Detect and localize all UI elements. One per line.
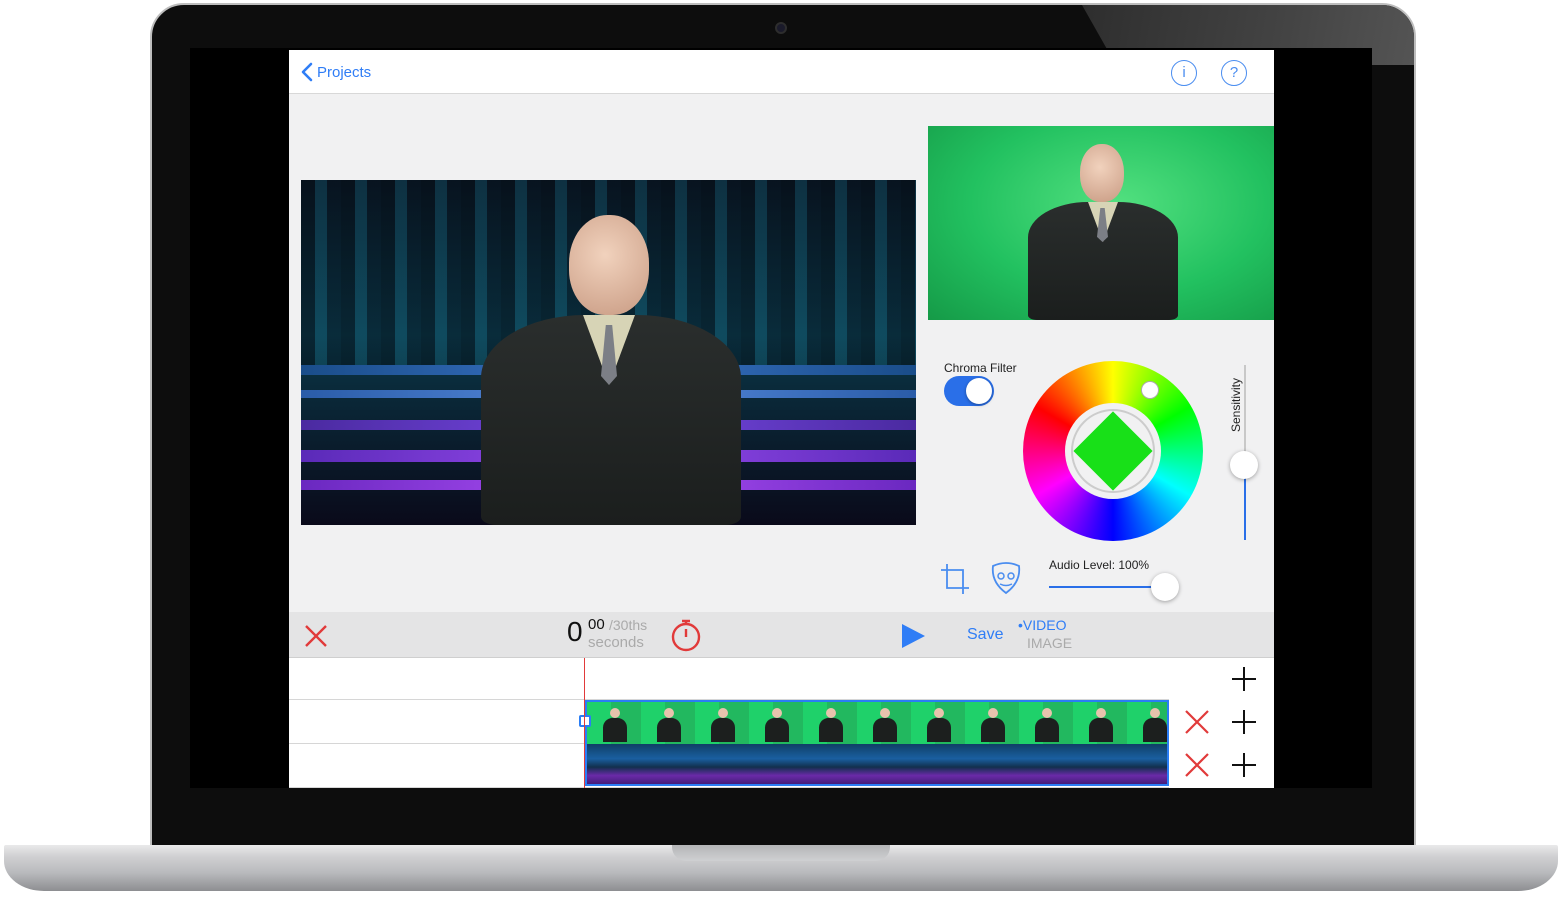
slider-track: [1244, 365, 1246, 465]
timer-icon[interactable]: [669, 617, 703, 653]
chroma-filter-toggle[interactable]: [944, 376, 994, 406]
slider-fill: [1049, 586, 1165, 588]
time-seconds-label: seconds: [588, 634, 644, 651]
back-to-projects-button[interactable]: Projects: [301, 60, 371, 84]
time-seconds-value: 0: [567, 616, 583, 647]
close-icon[interactable]: [303, 623, 329, 649]
presenter-figure: [481, 215, 741, 525]
clip-trim-handle[interactable]: [579, 715, 591, 727]
video-clip[interactable]: [585, 700, 1169, 786]
info-icon[interactable]: i: [1171, 60, 1197, 86]
transport-bar: 0 00 /30ths seconds Save •VIDEO IMAGE: [289, 612, 1274, 658]
app-window: Projects i ? Chroma Filter Sensitivity A…: [289, 50, 1274, 788]
clip-frame-thumbnail: [981, 708, 1005, 742]
presenter-figure: [1028, 144, 1178, 320]
sensitivity-label: Sensitivity: [1229, 377, 1243, 432]
time-frames-unit: /30ths: [609, 617, 648, 633]
clip-frame-thumbnail: [765, 708, 789, 742]
slider-thumb[interactable]: [1230, 451, 1258, 479]
navigation-bar: Projects i ?: [289, 50, 1274, 94]
time-frames-value: 00: [588, 616, 605, 633]
clip-frame-thumbnail: [873, 708, 897, 742]
crop-icon[interactable]: [939, 562, 971, 596]
chroma-color-wheel[interactable]: [1023, 361, 1203, 541]
chroma-filter-label: Chroma Filter: [944, 361, 1017, 375]
clip-background-frames: [587, 744, 1167, 784]
back-label: Projects: [317, 63, 372, 81]
mode-image-option[interactable]: IMAGE: [1027, 635, 1072, 651]
webcam: [775, 22, 787, 34]
mode-video-option[interactable]: •VIDEO: [1018, 617, 1066, 633]
clip-frame-thumbnail: [1089, 708, 1113, 742]
sensitivity-slider[interactable]: [1230, 365, 1258, 540]
playhead[interactable]: [584, 658, 585, 788]
clip-frame-thumbnail: [819, 708, 843, 742]
mask-icon[interactable]: [989, 560, 1023, 596]
green-screen-preview[interactable]: [928, 126, 1274, 320]
wheel-handle[interactable]: [1141, 381, 1159, 399]
laptop-notch: [672, 845, 890, 861]
clip-frame-thumbnail: [657, 708, 681, 742]
clip-frame-thumbnail: [927, 708, 951, 742]
clip-frame-thumbnail: [711, 708, 735, 742]
slider-thumb[interactable]: [1151, 573, 1179, 601]
add-track-icon[interactable]: [1231, 709, 1257, 735]
clip-frame-thumbnail: [1035, 708, 1059, 742]
timeline-track: [289, 658, 1169, 700]
help-icon[interactable]: ?: [1221, 60, 1247, 86]
clip-frame-thumbnail: [1143, 708, 1167, 742]
play-icon[interactable]: [899, 622, 927, 650]
delete-track-icon[interactable]: [1184, 752, 1210, 778]
audio-level-label: Audio Level: 100%: [1049, 558, 1150, 572]
delete-track-icon[interactable]: [1184, 709, 1210, 735]
composite-video-preview[interactable]: [301, 180, 916, 525]
clip-frame-thumbnail: [603, 708, 627, 742]
audio-level-slider[interactable]: [1049, 573, 1179, 601]
toggle-knob: [966, 378, 992, 404]
chevron-left-icon: [301, 62, 313, 82]
timeline: [289, 658, 1274, 788]
add-track-icon[interactable]: [1231, 666, 1257, 692]
save-button[interactable]: Save: [967, 626, 1003, 644]
add-track-icon[interactable]: [1231, 752, 1257, 778]
